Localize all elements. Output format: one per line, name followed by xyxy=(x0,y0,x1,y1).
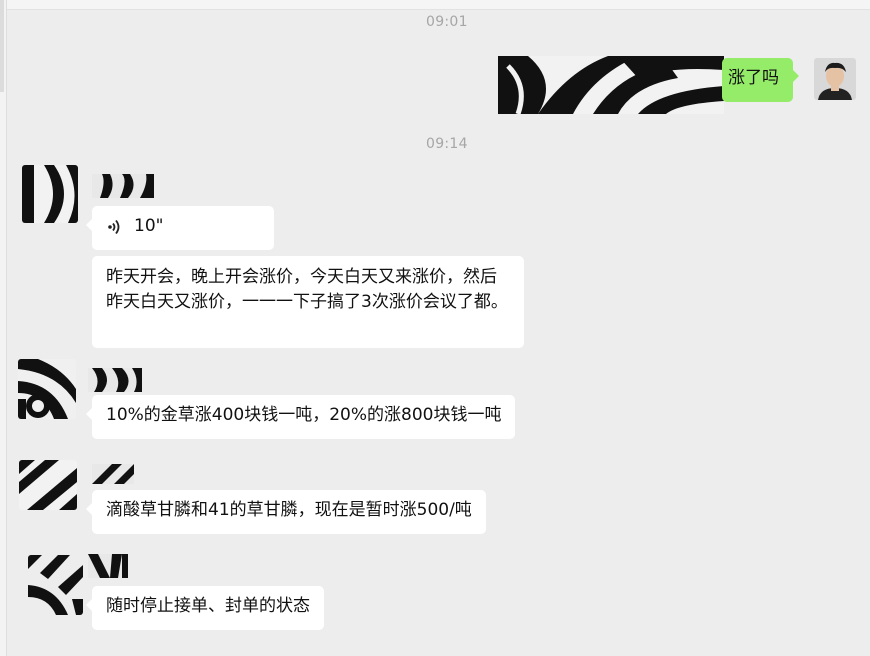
timestamp: 09:01 xyxy=(426,14,468,30)
message-text: 10%的金草涨400块钱一吨，20%的涨800块钱一吨 xyxy=(106,405,502,425)
contact-avatar[interactable] xyxy=(19,460,77,510)
timestamp: 09:14 xyxy=(426,136,468,152)
contact-nickname-image xyxy=(88,368,142,392)
message-text: 随时停止接单、封单的状态 xyxy=(106,596,310,616)
message-text: 昨天开会，晚上开会涨价，今天白天又来涨价，然后昨天白天又涨价，一一一下子搞了3次… xyxy=(106,267,508,312)
message-bubble[interactable]: 滴酸草甘膦和41的草甘膦，现在是暂时涨500/吨 xyxy=(86,490,486,534)
contact-avatar[interactable] xyxy=(22,165,78,223)
voice-message-bubble[interactable]: 10" xyxy=(86,206,274,250)
message-text: 滴酸草甘膦和41的草甘膦，现在是暂时涨500/吨 xyxy=(106,500,472,520)
contact-avatar[interactable] xyxy=(28,555,83,615)
my-avatar[interactable] xyxy=(814,58,856,100)
voice-duration: 10" xyxy=(134,216,164,236)
message-bubble[interactable]: 昨天开会，晚上开会涨价，今天白天又来涨价，然后昨天白天又涨价，一一一下子搞了3次… xyxy=(92,256,524,348)
contact-avatar[interactable] xyxy=(18,359,76,419)
window-top-border xyxy=(0,0,870,10)
message-bubble[interactable]: 10%的金草涨400块钱一吨，20%的涨800块钱一吨 xyxy=(85,395,516,439)
scroll-handle[interactable] xyxy=(0,0,4,92)
message-bubble[interactable]: 随时停止接单、封单的状态 xyxy=(86,586,324,630)
sent-sticker-image[interactable] xyxy=(498,56,724,114)
sent-message-text: 涨了吗 xyxy=(728,68,779,88)
contact-nickname-image xyxy=(92,464,134,484)
contact-nickname-image xyxy=(92,174,154,198)
contact-nickname-image xyxy=(88,554,128,578)
voice-wave-icon xyxy=(108,219,120,234)
sent-message-bubble[interactable]: 涨了吗 xyxy=(722,58,799,102)
window-left-border xyxy=(0,0,7,656)
